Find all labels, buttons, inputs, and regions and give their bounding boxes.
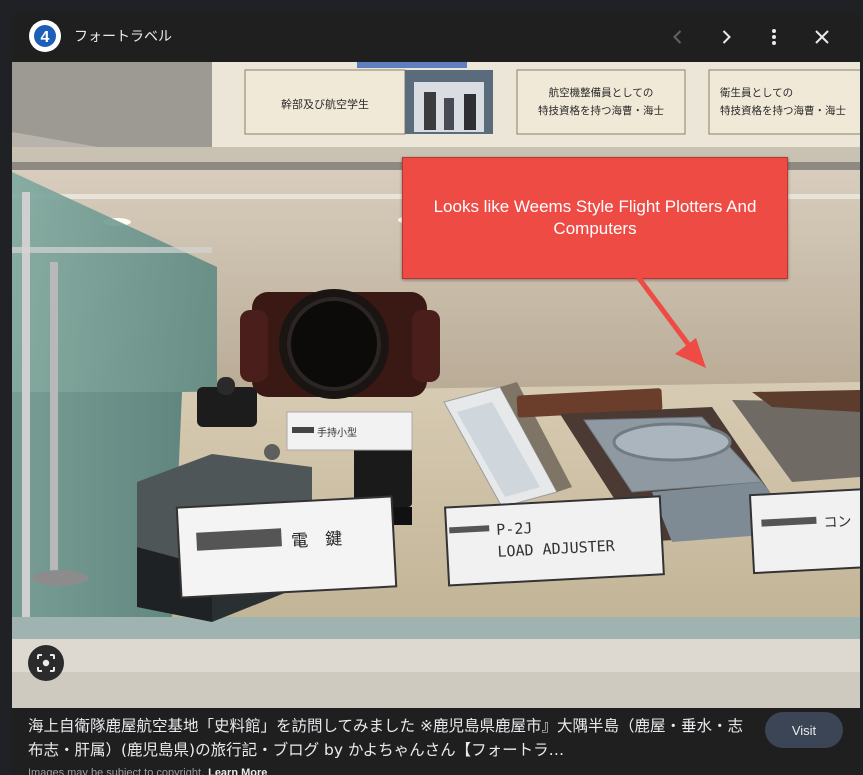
close-button[interactable] [806,21,838,53]
preview-image[interactable]: 幹部及び航空学生 航空機整備員としての 特技資格を持つ海曹・海士 衛生員としての… [12,62,860,708]
image-title-link[interactable]: 海上自衛隊鹿屋航空基地「史料館」を訪問してみました ※鹿児島県鹿屋市』大隅半島（… [28,714,744,762]
more-vert-icon [772,29,776,45]
learn-more-link[interactable]: Learn More [208,767,267,775]
visit-button[interactable]: Visit [765,712,843,748]
copyright-notice: Images may be subject to copyright. Learn… [28,767,267,775]
next-button[interactable] [710,21,742,53]
site-name[interactable]: フォートラベル [74,26,172,46]
copyright-text: Images may be subject to copyright. [28,767,205,775]
chevron-right-icon [722,30,731,44]
more-options-button[interactable] [758,21,790,53]
lens-button[interactable] [28,645,64,681]
viewer-header: 4 フォートラベル [12,12,860,62]
lens-icon [37,654,55,672]
site-logo[interactable]: 4 [29,20,61,52]
chevron-left-icon [673,30,682,44]
annotation-arrow-icon [635,275,706,368]
previous-button[interactable] [662,21,694,53]
logo-icon: 4 [32,23,58,49]
close-icon [815,30,829,44]
image-viewer-panel: 4 フォートラベル 幹部及び航空学生 航空機整備員としての 特技資格を持つ海曹・… [12,12,860,775]
logo-glyph: 4 [41,29,50,46]
